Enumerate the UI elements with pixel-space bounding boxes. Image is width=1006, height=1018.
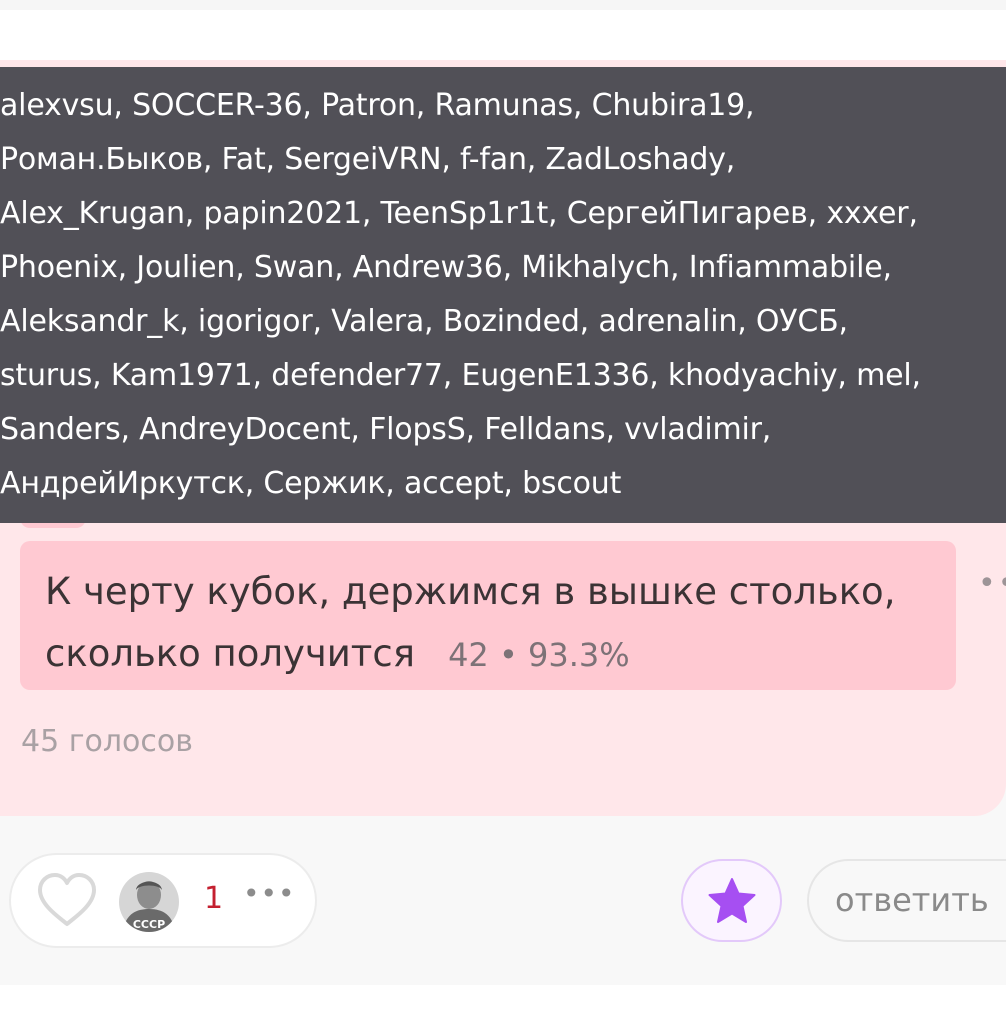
poll-option-stats: 42 • 93.3% [448,636,630,674]
top-strip [0,0,1006,10]
voters-list: alexvsu, SOCCER-36, Patron, Ramunas, Chu… [0,88,921,501]
avatar-caption: СССР [133,918,165,931]
voters-tooltip: alexvsu, SOCCER-36, Patron, Ramunas, Chu… [0,67,1006,523]
bottom-divider [0,985,1006,1018]
poll-option[interactable]: К черту кубок, держимся в вышке столько,… [20,541,956,690]
star-icon [708,877,755,923]
like-button[interactable] [35,870,99,930]
avatar-photo: СССР [119,872,179,932]
favorite-button[interactable] [681,859,782,942]
total-votes: 45 голосов [21,724,193,759]
avatar[interactable]: СССР [119,872,179,932]
heart-outline-icon [38,873,96,926]
like-count: 1 [204,881,224,916]
ellipsis-icon[interactable]: •• [978,566,1006,601]
reply-button[interactable]: ответить [807,859,1006,942]
reactions-bar: СССР 1 ••• [9,853,317,948]
likes-more-button[interactable]: ••• [243,877,296,910]
